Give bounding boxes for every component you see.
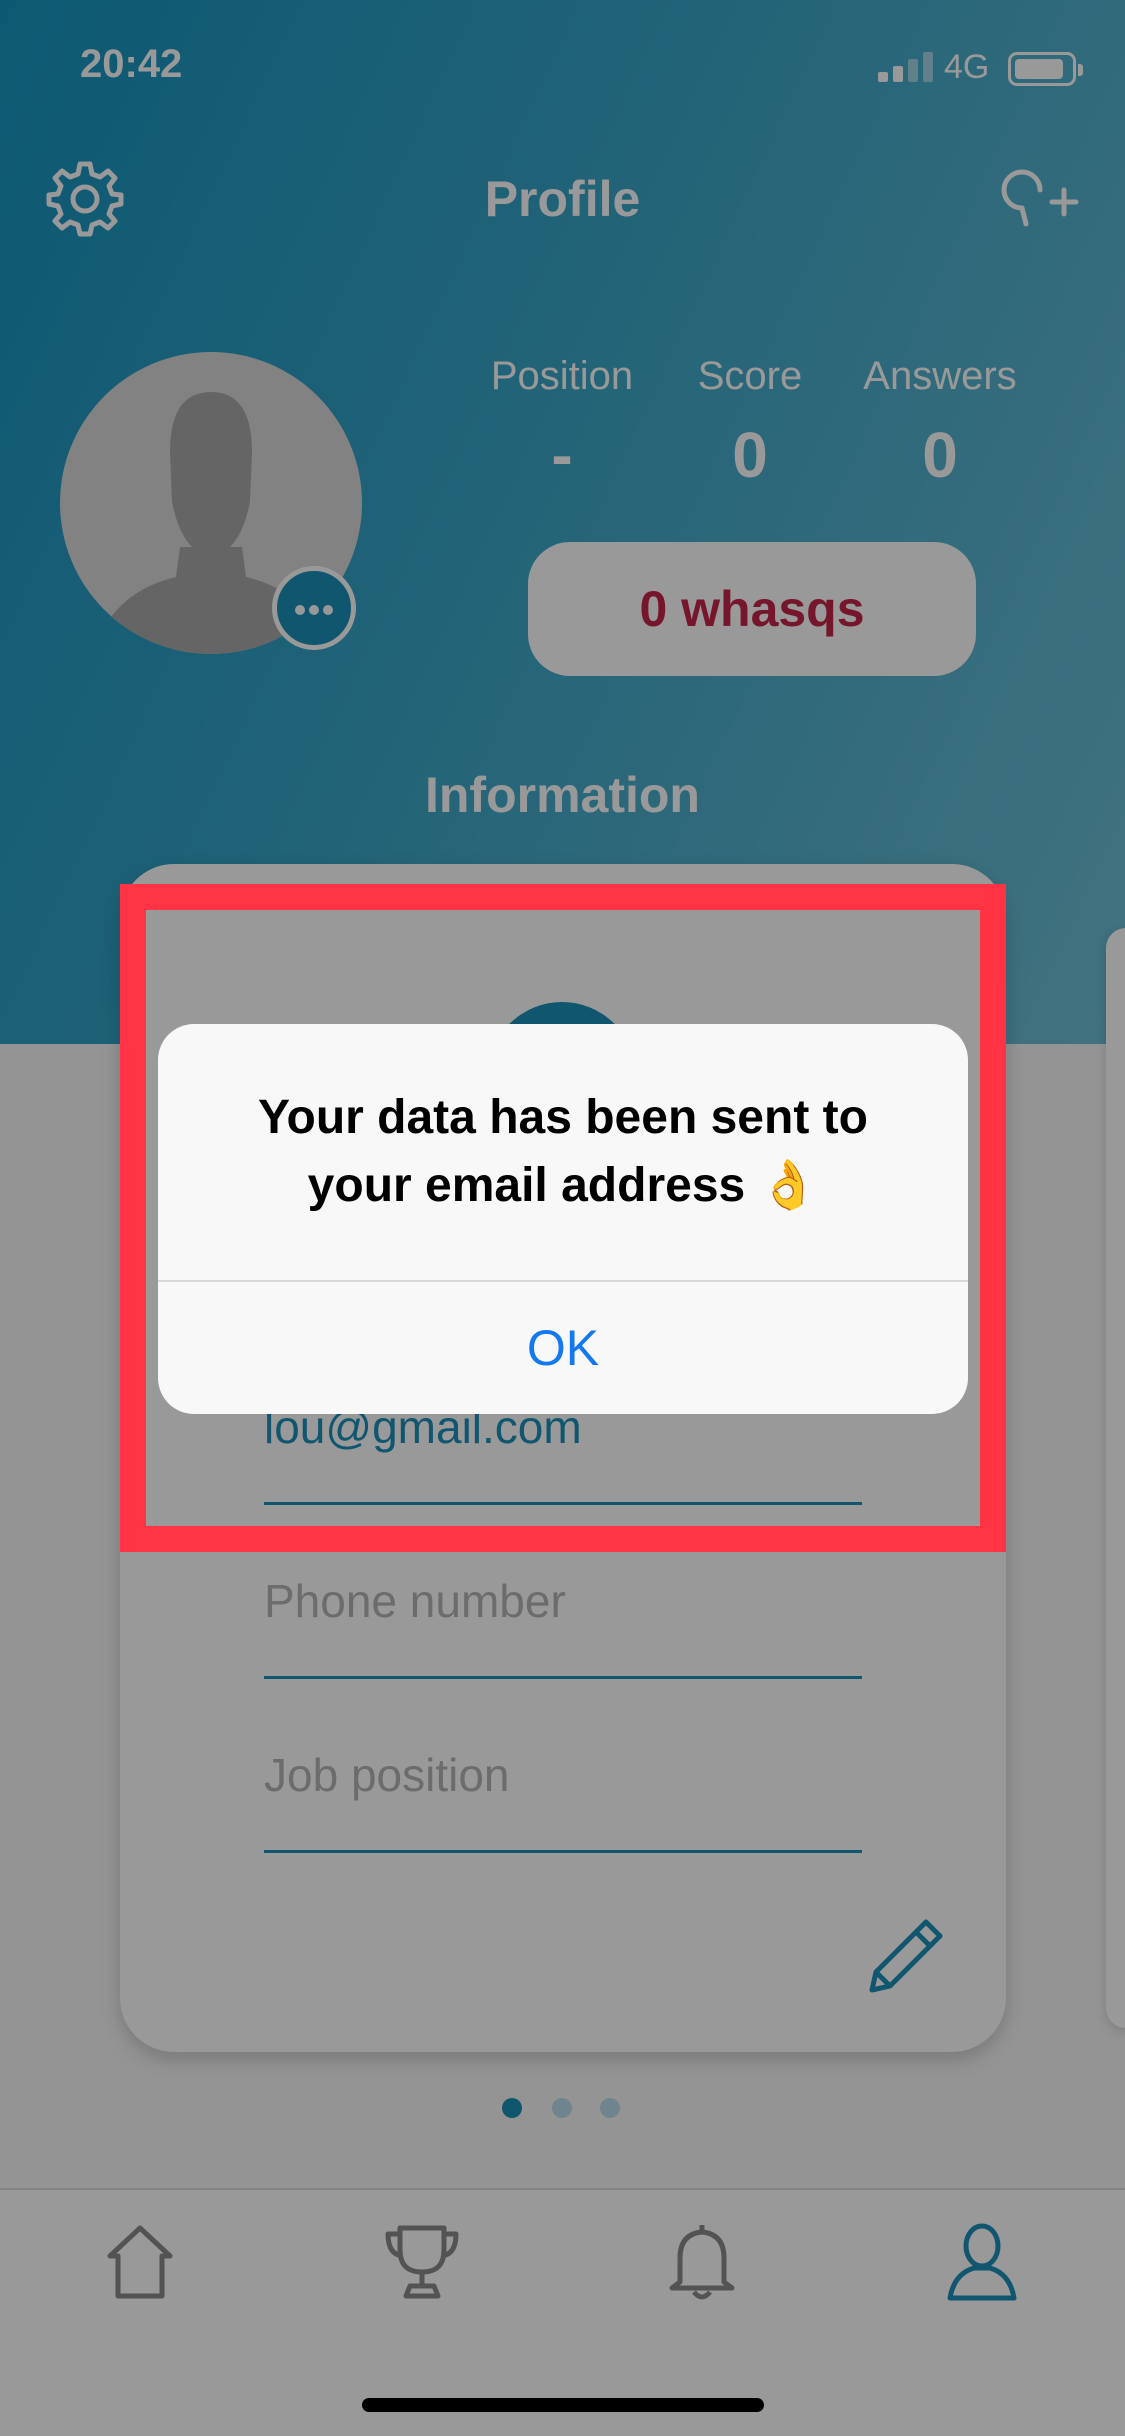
ok-button[interactable]: OK [158,1282,968,1414]
alert-dialog: Your data has been sent to your email ad… [158,1024,968,1414]
alert-message: Your data has been sent to your email ad… [198,1084,928,1220]
alert-message-line-2: your email address 👌 [307,1159,819,1212]
alert-message-line-1: Your data has been sent to [258,1091,868,1144]
